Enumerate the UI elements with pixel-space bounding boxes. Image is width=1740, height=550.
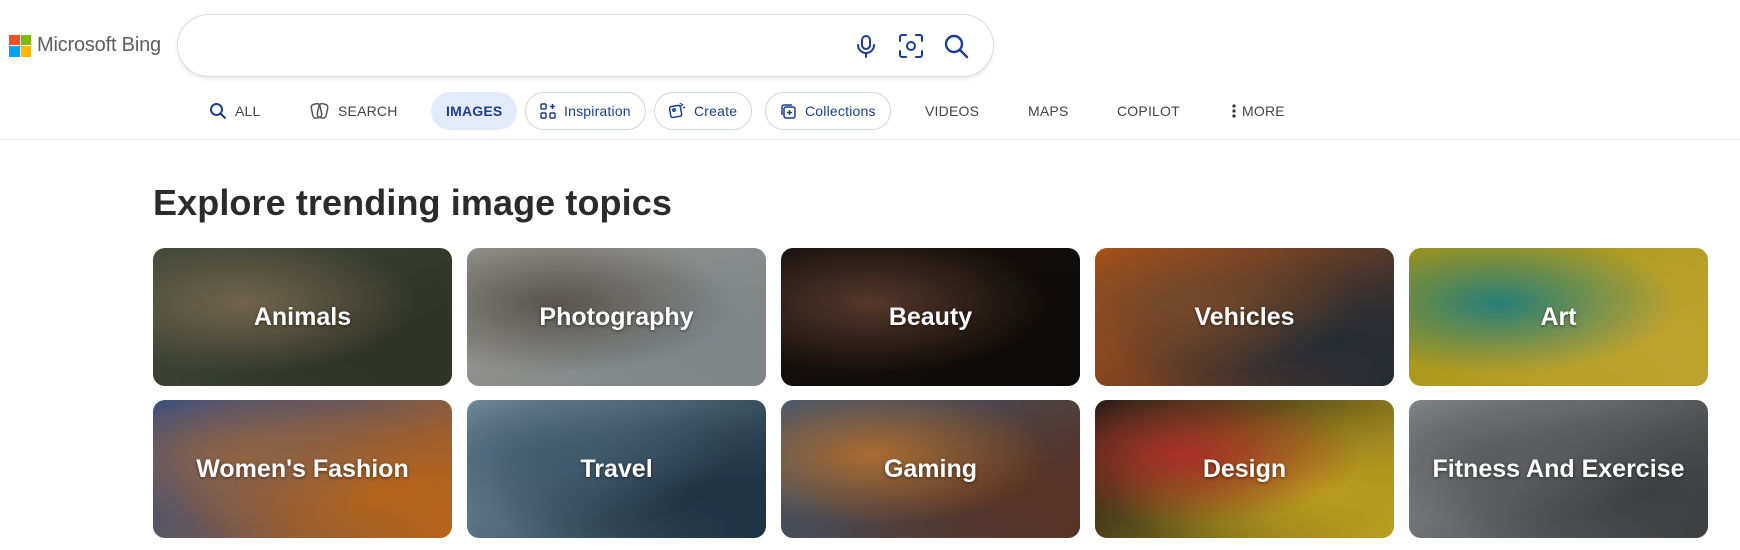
tab-search[interactable]: SEARCH	[310, 92, 398, 130]
topic-label: Beauty	[888, 302, 973, 331]
tab-inspiration[interactable]: Inspiration	[525, 92, 646, 130]
search-tabs: ALL SEARCH IMAGES Inspiration Create Col…	[0, 92, 1740, 130]
brand-name: Microsoft Bing	[37, 34, 161, 56]
search-input[interactable]	[206, 29, 826, 61]
topic-label: Fitness And Exercise	[1432, 454, 1685, 483]
visual-search-icon[interactable]	[896, 31, 926, 61]
search-icon	[210, 103, 227, 120]
topic-tile-photography[interactable]: Photography	[467, 248, 766, 386]
topic-tile-vehicles[interactable]: Vehicles	[1095, 248, 1394, 386]
topic-tile-travel[interactable]: Travel	[467, 400, 766, 538]
more-dots-icon	[1232, 104, 1236, 118]
tab-inspiration-label: Inspiration	[564, 103, 631, 119]
tab-more-label: MORE	[1242, 103, 1285, 119]
topic-tile-fitness-and-exercise[interactable]: Fitness And Exercise	[1409, 400, 1708, 538]
topic-label: Art	[1540, 302, 1577, 331]
create-icon	[669, 102, 686, 118]
topic-label: Design	[1202, 454, 1287, 483]
tab-more[interactable]: MORE	[1232, 92, 1285, 130]
tab-images-label: IMAGES	[446, 103, 503, 119]
tab-search-label: SEARCH	[338, 103, 398, 119]
topic-label: Vehicles	[1194, 302, 1295, 331]
topic-tile-animals[interactable]: Animals	[153, 248, 452, 386]
collections-icon	[781, 103, 796, 119]
tab-maps[interactable]: MAPS	[1028, 92, 1068, 130]
tab-collections[interactable]: Collections	[765, 92, 891, 130]
inspiration-icon	[540, 103, 556, 119]
topic-tile-gaming[interactable]: Gaming	[781, 400, 1080, 538]
tab-copilot-label: COPILOT	[1117, 103, 1180, 119]
topic-tile-beauty[interactable]: Beauty	[781, 248, 1080, 386]
header: Microsoft Bing ALL SEARCH IMAGES Inspira…	[0, 0, 1740, 140]
section-title: Explore trending image topics	[153, 182, 672, 223]
tab-videos-label: VIDEOS	[925, 103, 980, 119]
topic-label: Gaming	[883, 454, 978, 483]
tab-copilot[interactable]: COPILOT	[1117, 92, 1180, 130]
tab-videos[interactable]: VIDEOS	[925, 92, 979, 130]
tab-maps-label: MAPS	[1028, 103, 1069, 119]
search-icon[interactable]	[941, 31, 971, 61]
search-box	[178, 15, 993, 76]
copilot-search-icon	[310, 102, 329, 119]
bing-logo[interactable]: Microsoft Bing	[9, 34, 161, 57]
tab-all-label: ALL	[235, 103, 261, 119]
topic-tile-design[interactable]: Design	[1095, 400, 1394, 538]
tab-create-label: Create	[694, 103, 738, 119]
tab-create[interactable]: Create	[654, 92, 753, 130]
topic-label: Travel	[580, 454, 653, 483]
topic-label: Photography	[539, 302, 694, 331]
topic-tile-art[interactable]: Art	[1409, 248, 1708, 386]
tab-all[interactable]: ALL	[209, 92, 261, 130]
topic-label: Women's Fashion	[196, 454, 409, 483]
tab-collections-label: Collections	[805, 103, 876, 119]
topic-tile-women-s-fashion[interactable]: Women's Fashion	[153, 400, 452, 538]
microsoft-logo-icon	[9, 34, 31, 57]
tab-images[interactable]: IMAGES	[431, 92, 518, 130]
microphone-icon[interactable]	[851, 31, 881, 61]
topic-label: Animals	[253, 302, 352, 331]
